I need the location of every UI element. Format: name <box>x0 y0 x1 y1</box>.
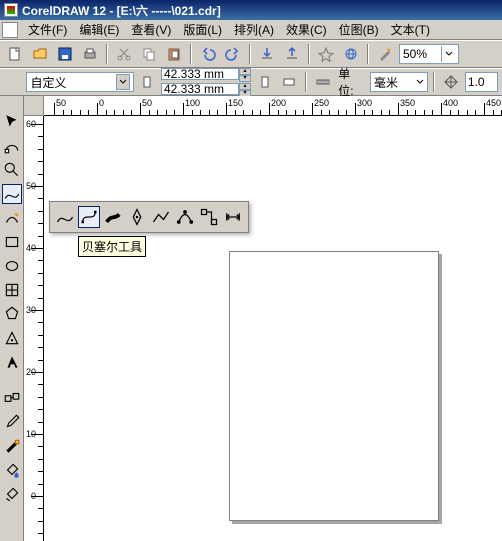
page-width-input[interactable]: 42.333 mm <box>161 68 239 80</box>
rectangle-tool[interactable] <box>2 232 22 252</box>
chevron-down-icon[interactable] <box>116 74 130 90</box>
basic-shapes-tool[interactable] <box>2 328 22 348</box>
graph-paper-tool[interactable] <box>2 280 22 300</box>
outline-tool[interactable] <box>2 436 22 456</box>
nudge-input[interactable]: 1.0 <box>465 72 498 92</box>
cut-button[interactable] <box>113 43 135 65</box>
separator <box>106 44 108 64</box>
separator <box>367 44 369 64</box>
corel-online-button[interactable] <box>340 43 362 65</box>
menu-edit[interactable]: 编辑(E) <box>73 19 125 40</box>
polyline-flyout-tool[interactable] <box>150 206 172 228</box>
open-button[interactable] <box>29 43 51 65</box>
separator <box>433 72 435 92</box>
work-area: 50050100150200250300350400450 6050403020… <box>0 96 502 541</box>
fill-tool[interactable] <box>2 460 22 480</box>
property-bar: 自定义 42.333 mm▴▾ 42.333 mm▴▾ 单位: 毫米 1.0 <box>0 68 502 96</box>
artistic-media-flyout-tool[interactable] <box>102 206 124 228</box>
app-launcher-button[interactable] <box>315 43 337 65</box>
paper-size-value: 自定义 <box>30 74 66 91</box>
save-button[interactable] <box>54 43 76 65</box>
orientation-portrait-button[interactable] <box>137 71 158 93</box>
smart-drawing-tool[interactable] <box>2 208 22 228</box>
nudge-icon <box>440 71 461 93</box>
undo-button[interactable] <box>197 43 219 65</box>
vertical-ruler[interactable]: 6050403020100 <box>24 116 44 541</box>
3point-curve-flyout-tool[interactable] <box>174 206 196 228</box>
menu-arrange[interactable]: 排列(A) <box>228 19 280 40</box>
zoom-tool[interactable] <box>2 160 22 180</box>
separator <box>190 44 192 64</box>
print-button[interactable] <box>79 43 101 65</box>
freehand-flyout-tool[interactable] <box>54 206 76 228</box>
menu-view[interactable]: 查看(V) <box>125 19 177 40</box>
toolbox <box>0 96 24 541</box>
page <box>229 251 439 521</box>
dimension-flyout-tool[interactable] <box>222 206 244 228</box>
separator <box>308 44 310 64</box>
ruler-corner[interactable] <box>24 96 44 116</box>
tooltip: 贝塞尔工具 <box>78 236 146 257</box>
separator <box>249 44 251 64</box>
menu-layout[interactable]: 版面(L) <box>177 19 228 40</box>
bezier-flyout-tool[interactable] <box>78 206 100 228</box>
horizontal-ruler[interactable]: 50050100150200250300350400450 <box>44 96 502 116</box>
app-icon <box>4 3 18 17</box>
copy-button[interactable] <box>138 43 160 65</box>
width-up[interactable]: ▴ <box>239 68 251 75</box>
drawing-units-button[interactable] <box>312 71 333 93</box>
zoom-combo[interactable]: 50% <box>399 44 459 64</box>
menu-text[interactable]: 文本(T) <box>385 19 436 40</box>
connector-flyout-tool[interactable] <box>198 206 220 228</box>
chevron-down-icon[interactable] <box>441 46 455 62</box>
pen-flyout-tool[interactable] <box>126 206 148 228</box>
wizard-button[interactable] <box>374 43 396 65</box>
title-bar: CorelDRAW 12 - [E:\六 -----\021.cdr] <box>0 0 502 20</box>
text-tool[interactable] <box>2 352 22 372</box>
freehand-tool[interactable] <box>2 184 22 204</box>
menu-effects[interactable]: 效果(C) <box>280 19 333 40</box>
paper-size-combo[interactable]: 自定义 <box>26 72 133 92</box>
redo-button[interactable] <box>222 43 244 65</box>
landscape-button[interactable] <box>278 71 299 93</box>
new-button[interactable] <box>4 43 26 65</box>
menu-file[interactable]: 文件(F) <box>22 19 73 40</box>
width-down[interactable]: ▾ <box>239 75 251 82</box>
ellipse-tool[interactable] <box>2 256 22 276</box>
height-up[interactable]: ▴ <box>239 83 251 90</box>
drawing-area: 50050100150200250300350400450 6050403020… <box>24 96 502 541</box>
menu-bar: 文件(F) 编辑(E) 查看(V) 版面(L) 排列(A) 效果(C) 位图(B… <box>0 20 502 40</box>
pick-tool[interactable] <box>2 112 22 132</box>
page-dimensions: 42.333 mm▴▾ 42.333 mm▴▾ <box>161 68 251 97</box>
window-title: CorelDRAW 12 - [E:\六 -----\021.cdr] <box>22 2 221 19</box>
units-value: 毫米 <box>374 74 398 91</box>
shape-tool[interactable] <box>2 136 22 156</box>
page-height-input[interactable]: 42.333 mm <box>161 83 239 95</box>
export-button[interactable] <box>281 43 303 65</box>
system-menu-icon[interactable] <box>2 22 18 38</box>
paste-button[interactable] <box>163 43 185 65</box>
polygon-tool[interactable] <box>2 304 22 324</box>
portrait-button[interactable] <box>254 71 275 93</box>
eyedropper-tool[interactable] <box>2 412 22 432</box>
import-button[interactable] <box>256 43 278 65</box>
units-combo[interactable]: 毫米 <box>370 72 429 92</box>
separator <box>305 72 307 92</box>
standard-toolbar: 50% <box>0 40 502 68</box>
interactive-fill-tool[interactable] <box>2 484 22 504</box>
zoom-value: 50% <box>403 47 427 61</box>
curve-flyout <box>49 201 249 233</box>
menu-bitmap[interactable]: 位图(B) <box>333 19 385 40</box>
chevron-down-icon[interactable] <box>416 79 424 85</box>
interactive-blend-tool[interactable] <box>2 388 22 408</box>
canvas[interactable] <box>44 116 502 541</box>
units-label: 单位: <box>336 65 367 99</box>
